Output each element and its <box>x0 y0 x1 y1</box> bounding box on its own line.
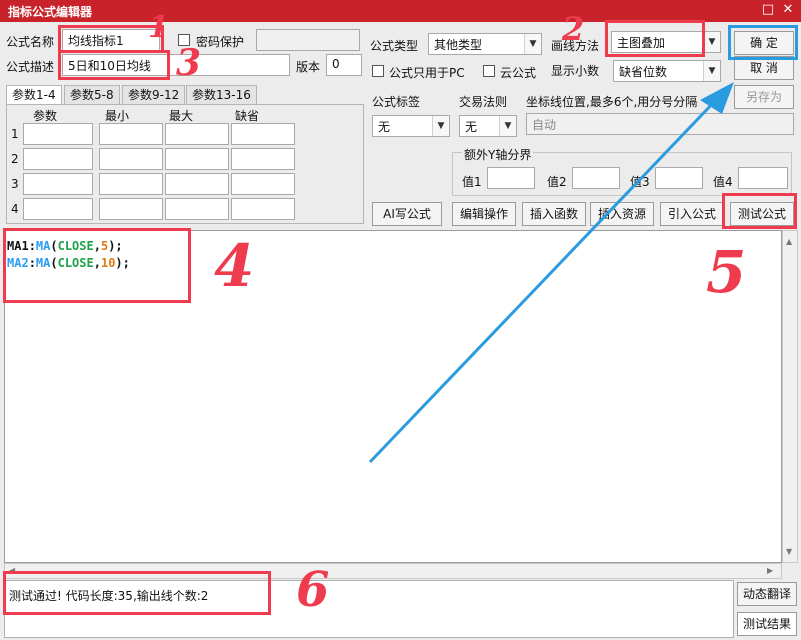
formula-editor-window: 指标公式编辑器 □ ✕ 公式名称 均线指标1 密码保护 公式类型 其他类型 ▼ … <box>0 0 801 640</box>
arrow-shaft <box>368 98 718 464</box>
annotation-arrow <box>368 82 734 464</box>
arrow-head <box>700 82 734 114</box>
